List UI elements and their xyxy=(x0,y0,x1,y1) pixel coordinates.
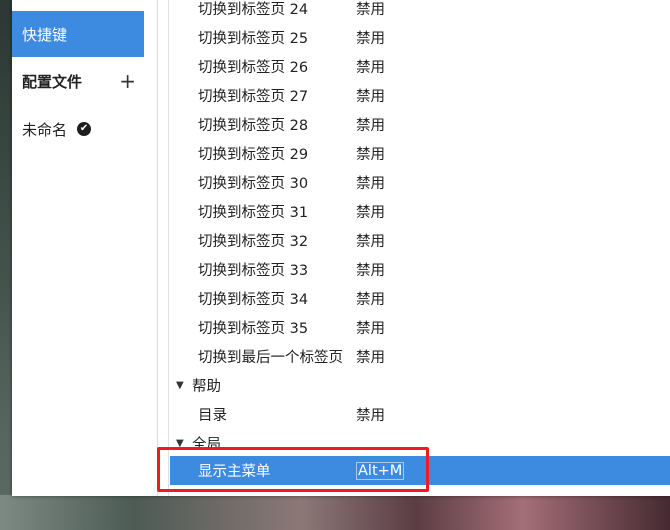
shortcut-name: 切换到标签页 26 xyxy=(198,60,309,76)
shortcut-row[interactable]: 切换到标签页 26 禁用 xyxy=(170,52,670,81)
shortcut-accel[interactable]: 禁用 xyxy=(356,85,385,106)
shortcut-row[interactable]: 切换到标签页 27 禁用 xyxy=(170,81,670,110)
shortcut-name: 切换到标签页 35 xyxy=(198,321,309,337)
shortcut-name: 切换到标签页 30 xyxy=(198,176,309,192)
shortcut-row[interactable]: 切换到标签页 33 禁用 xyxy=(170,255,670,284)
group-row-help[interactable]: ▼ 帮助 xyxy=(170,371,670,400)
shortcut-accel[interactable]: 禁用 xyxy=(356,114,385,135)
shortcut-accel[interactable]: 禁用 xyxy=(356,404,385,425)
list-border xyxy=(168,0,169,496)
shortcut-accel[interactable]: 禁用 xyxy=(356,259,385,280)
shortcut-accel[interactable]: 禁用 xyxy=(356,0,385,19)
preferences-window: 快捷键 配置文件 + 未命名 ✔ 切换到标签页 24 禁用 切换到标签页 25 … xyxy=(12,0,670,496)
group-name: 帮助 xyxy=(192,379,221,395)
shortcut-accel[interactable]: 禁用 xyxy=(356,230,385,251)
shortcut-accel[interactable]: 禁用 xyxy=(356,317,385,338)
shortcut-row[interactable]: 切换到标签页 24 禁用 xyxy=(170,0,670,23)
shortcut-accel[interactable]: 禁用 xyxy=(356,201,385,222)
shortcut-name: 切换到最后一个标签页 xyxy=(198,350,343,366)
shortcut-row[interactable]: 切换到标签页 34 禁用 xyxy=(170,284,670,313)
shortcut-name: 目录 xyxy=(198,408,227,424)
shortcut-name: 切换到标签页 27 xyxy=(198,89,309,105)
shortcut-row[interactable]: 切换到最后一个标签页 禁用 xyxy=(170,342,670,371)
shortcut-row[interactable]: 切换到标签页 35 禁用 xyxy=(170,313,670,342)
shortcut-row[interactable]: 切换到标签页 28 禁用 xyxy=(170,110,670,139)
shortcut-name: 切换到标签页 28 xyxy=(198,118,309,134)
profile-name: 未命名 xyxy=(22,120,68,139)
shortcut-accel[interactable]: 禁用 xyxy=(356,56,385,77)
default-check-icon: ✔ xyxy=(77,122,92,136)
shortcut-row[interactable]: 切换到标签页 30 禁用 xyxy=(170,168,670,197)
desktop-wallpaper-strip xyxy=(0,495,670,530)
shortcuts-list: 切换到标签页 24 禁用 切换到标签页 25 禁用 切换到标签页 26 禁用 切… xyxy=(158,0,670,496)
expander-triangle-icon[interactable]: ▼ xyxy=(176,380,184,391)
shortcut-accel[interactable]: 禁用 xyxy=(356,172,385,193)
annotation-highlight-box xyxy=(157,447,429,492)
shortcut-name: 切换到标签页 31 xyxy=(198,205,309,221)
shortcut-row[interactable]: 切换到标签页 31 禁用 xyxy=(170,197,670,226)
shortcut-name: 切换到标签页 29 xyxy=(198,147,309,163)
shortcut-accel[interactable]: 禁用 xyxy=(356,27,385,48)
profiles-label: 配置文件 xyxy=(22,72,83,91)
shortcut-accel[interactable]: 禁用 xyxy=(356,143,385,164)
shortcut-accel[interactable]: 禁用 xyxy=(356,346,385,367)
sidebar-item-shortcuts[interactable]: 快捷键 xyxy=(12,11,144,57)
shortcut-row[interactable]: 切换到标签页 32 禁用 xyxy=(170,226,670,255)
shortcut-name: 切换到标签页 34 xyxy=(198,292,309,308)
shortcut-name: 切换到标签页 25 xyxy=(198,31,309,47)
add-profile-button[interactable]: + xyxy=(119,69,136,93)
shortcut-row[interactable]: 切换到标签页 29 禁用 xyxy=(170,139,670,168)
profiles-header: 配置文件 + xyxy=(12,58,144,104)
shortcut-name: 切换到标签页 33 xyxy=(198,263,309,279)
shortcut-name: 切换到标签页 32 xyxy=(198,234,309,250)
sidebar-item-label: 快捷键 xyxy=(22,25,68,44)
sidebar: 快捷键 配置文件 + 未命名 ✔ xyxy=(12,0,158,496)
shortcut-accel[interactable]: 禁用 xyxy=(356,288,385,309)
sidebar-item-profile-unnamed[interactable]: 未命名 ✔ xyxy=(12,106,144,152)
shortcut-row[interactable]: 目录 禁用 xyxy=(170,400,670,429)
shortcut-name: 切换到标签页 24 xyxy=(198,2,309,18)
shortcut-row[interactable]: 切换到标签页 25 禁用 xyxy=(170,23,670,52)
